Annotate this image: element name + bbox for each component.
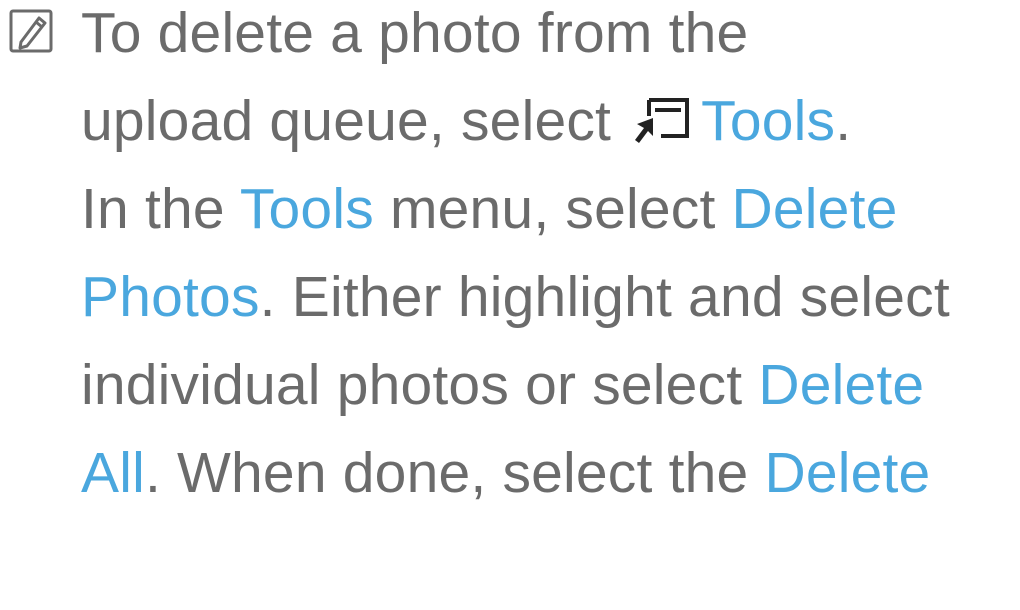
- text: To delete a photo from the: [81, 1, 749, 65]
- text: upload queue, select: [81, 89, 628, 153]
- highlight-text: Delete: [758, 353, 925, 417]
- tools-remote-icon: [635, 98, 690, 143]
- text: .: [835, 89, 852, 153]
- text: menu, select: [373, 177, 732, 241]
- text: . Either highlight and select: [259, 265, 950, 329]
- highlight-text: Tools: [239, 177, 374, 241]
- instruction-paragraph: To delete a photo from the upload queue,…: [81, 0, 1011, 528]
- highlight-text: Delete: [764, 441, 931, 505]
- text: In the: [81, 177, 240, 241]
- text: . When done, select the: [144, 441, 765, 505]
- line-6: All. When done, select the Delete: [81, 418, 1011, 528]
- memo-note-icon: [9, 9, 53, 53]
- highlight-text: All: [81, 441, 145, 505]
- highlight-text: Photos: [81, 265, 260, 329]
- highlight-text: Delete: [731, 177, 898, 241]
- highlight-text: Tools: [701, 89, 836, 153]
- text: individual photos or select: [81, 353, 759, 417]
